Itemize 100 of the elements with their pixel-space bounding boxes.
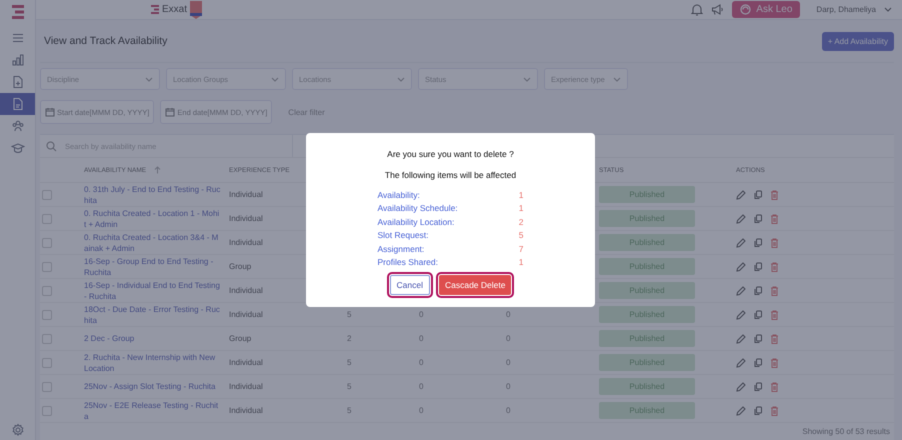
row-checkbox[interactable] xyxy=(42,214,52,224)
bar-chart-icon[interactable] xyxy=(10,53,24,67)
copy-icon[interactable] xyxy=(753,214,763,224)
table-cell: 0 xyxy=(419,310,424,319)
edit-icon[interactable] xyxy=(736,214,746,224)
affected-item-label: Availability Schedule: xyxy=(378,203,458,214)
people-icon[interactable] xyxy=(10,119,24,133)
dialog-subtitle: The following items will be affected xyxy=(384,170,516,180)
affected-item-label: Availability: xyxy=(378,190,420,200)
edit-icon[interactable] xyxy=(736,286,746,296)
table-cell: 5 xyxy=(347,382,352,391)
delete-icon[interactable] xyxy=(770,238,779,248)
availability-name-link[interactable]: 16-Sep - Group End to End Testing - Ruchita xyxy=(84,256,221,278)
table-cell-text: Individual xyxy=(229,382,264,391)
row-checkbox[interactable] xyxy=(42,238,52,248)
chevron-down-icon[interactable] xyxy=(884,7,892,12)
delete-icon[interactable] xyxy=(770,286,779,296)
availability-name-link[interactable]: 2 Dec - Group xyxy=(84,333,221,344)
row-checkbox[interactable] xyxy=(42,262,52,272)
edit-icon[interactable] xyxy=(736,310,746,320)
delete-icon[interactable] xyxy=(770,262,779,272)
sidebar-item[interactable] xyxy=(0,93,35,115)
row-checkbox[interactable] xyxy=(42,358,52,368)
delete-icon[interactable] xyxy=(770,358,779,368)
availability-name-link[interactable]: 0. Ruchita Created - Location 1 - Mohit + Admin xyxy=(84,208,221,230)
affected-item-label: Slot Request: xyxy=(378,230,429,240)
graduation-cap-icon[interactable] xyxy=(10,141,24,155)
affected-item-label: Availability Location: xyxy=(378,216,454,227)
delete-icon[interactable] xyxy=(770,382,779,392)
delete-icon[interactable] xyxy=(770,190,779,200)
table-cell-text: Individual xyxy=(229,406,264,415)
table-cell: 0 xyxy=(419,382,424,391)
availability-name-link[interactable]: 0. Ruchita Created - Location 3&4 - Mainak + Admin xyxy=(84,232,221,254)
circle-icon xyxy=(740,4,752,15)
table-cell-text: Individual xyxy=(229,190,264,199)
edit-icon[interactable] xyxy=(736,262,746,272)
delete-icon[interactable] xyxy=(770,214,779,224)
copy-icon[interactable] xyxy=(753,262,763,272)
availability-name-link[interactable]: 18Oct - Due Date - Error Testing - Ruchita xyxy=(84,304,221,326)
settings-icon[interactable] xyxy=(10,423,24,437)
chevron-down-icon xyxy=(271,76,279,82)
affected-item-count: 1 xyxy=(518,203,524,214)
copy-icon[interactable] xyxy=(753,358,763,368)
table-cell: 2 xyxy=(347,334,352,343)
copy-icon[interactable] xyxy=(753,406,763,416)
table-cell-text: Individual xyxy=(229,286,264,295)
edit-icon[interactable] xyxy=(736,382,746,392)
add-availability-button[interactable]: + Add Availability xyxy=(822,32,894,50)
row-checkbox[interactable] xyxy=(42,190,52,200)
delete-icon[interactable] xyxy=(770,406,779,416)
user-menu[interactable]: Darp, Dhameliya xyxy=(816,5,876,14)
table-cell: 5 xyxy=(347,358,352,367)
delete-icon[interactable] xyxy=(770,334,779,344)
copy-icon[interactable] xyxy=(753,190,763,200)
ask-leo-button[interactable]: Ask Leo xyxy=(732,1,800,18)
edit-icon[interactable] xyxy=(736,238,746,248)
menu-icon[interactable] xyxy=(10,31,24,45)
copy-icon[interactable] xyxy=(753,382,763,392)
brand-logo-icon xyxy=(151,5,159,14)
edit-icon[interactable] xyxy=(736,358,746,368)
document-icon[interactable] xyxy=(10,97,24,111)
row-checkbox[interactable] xyxy=(42,334,52,344)
availability-name-link[interactable]: 25Nov - Assign Slot Testing - Ruchita xyxy=(84,381,221,392)
dialog-title: Are you sure you want to delete ? xyxy=(387,149,514,159)
table-cell: 0 xyxy=(419,358,424,367)
brand-name: Exxat xyxy=(162,4,188,15)
row-checkbox[interactable] xyxy=(42,310,52,320)
results-count: Showing 50 of 53 results xyxy=(802,427,890,436)
affected-item-count: 5 xyxy=(518,230,524,240)
bell-icon[interactable] xyxy=(691,3,704,16)
edit-icon[interactable] xyxy=(736,406,746,416)
copy-icon[interactable] xyxy=(753,310,763,320)
calendar-icon xyxy=(45,107,55,117)
availability-name-link[interactable]: 2. Ruchita - New Internship with New Location xyxy=(84,352,221,374)
cancel-button[interactable]: Cancel xyxy=(390,275,430,295)
chevron-down-icon xyxy=(613,76,621,82)
chevron-down-icon xyxy=(145,76,153,82)
affected-item-count: 1 xyxy=(518,190,524,200)
sort-arrow-icon[interactable] xyxy=(154,166,162,174)
availability-name-link[interactable]: 25Nov - E2E Release Testing - Ruchita xyxy=(84,400,221,422)
delete-icon[interactable] xyxy=(770,310,779,320)
edit-icon[interactable] xyxy=(736,334,746,344)
row-checkbox[interactable] xyxy=(42,286,52,296)
copy-icon[interactable] xyxy=(753,334,763,344)
file-plus-icon[interactable] xyxy=(10,75,24,89)
cascade-delete-button[interactable]: Cascade Delete xyxy=(438,275,512,295)
row-checkbox[interactable] xyxy=(42,406,52,416)
copy-icon[interactable] xyxy=(753,286,763,296)
table-cell: 0 xyxy=(506,358,510,367)
table-cell-text: Individual xyxy=(229,238,264,247)
table-cell: 0 xyxy=(419,406,424,415)
calendar-icon xyxy=(165,107,176,117)
availability-name-link[interactable]: 16-Sep - Individual End to End Testing - Ruchita xyxy=(84,280,221,302)
copy-icon[interactable] xyxy=(753,238,763,248)
table-cell-text: Group xyxy=(229,334,252,343)
availability-name-link[interactable]: 0. 31th July - End to End Testing - Ruchita xyxy=(84,184,221,206)
edit-icon[interactable] xyxy=(736,190,746,200)
row-checkbox[interactable] xyxy=(42,382,52,392)
table-cell-text: Individual xyxy=(229,214,264,223)
megaphone-icon[interactable] xyxy=(711,3,724,16)
